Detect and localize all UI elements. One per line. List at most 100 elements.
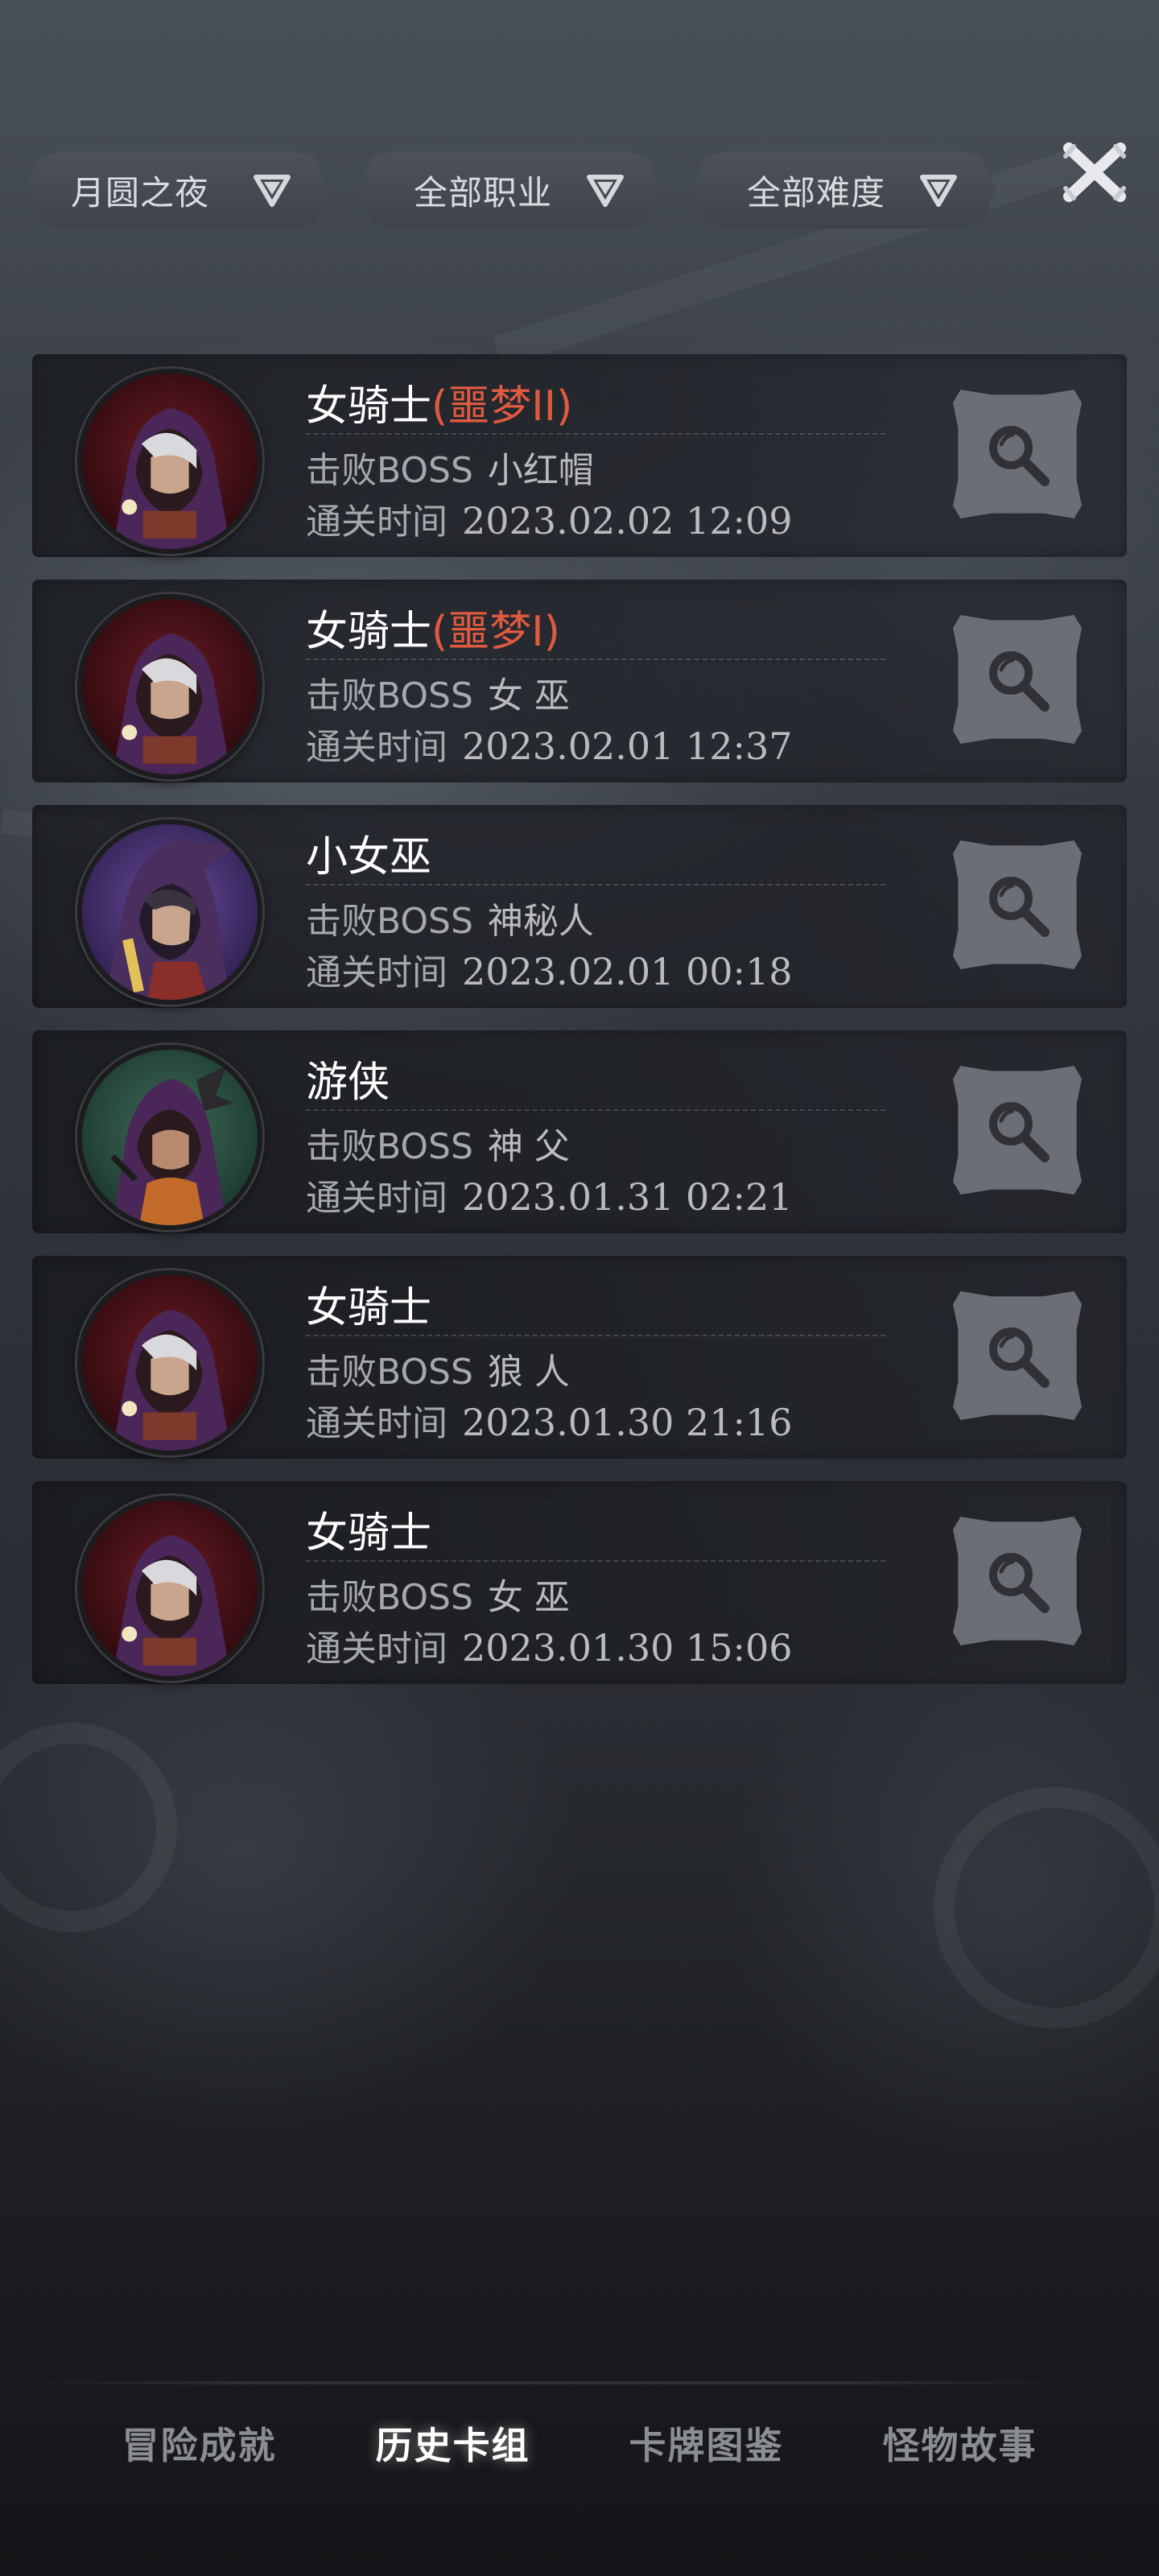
difficulty-tag: (噩梦II) [431, 382, 573, 431]
difficulty-tag: (噩梦I) [431, 608, 560, 656]
hero-name: 游侠 [306, 1048, 390, 1108]
boss-label: 击败BOSS [306, 1577, 473, 1618]
clear-time-label: 通关时间 [306, 727, 448, 768]
background-wheel [0, 1723, 177, 1932]
divider [306, 884, 885, 886]
chevron-down-icon [587, 175, 624, 207]
view-deck-button[interactable] [953, 1291, 1082, 1420]
boss-line: 击败BOSS 女 巫 [306, 667, 570, 718]
clear-time-line: 通关时间 2023.02.01 12:37 [306, 718, 793, 770]
hero-name: 女骑士 [306, 1274, 431, 1334]
clear-time-line: 通关时间 2023.02.02 12:09 [306, 493, 793, 544]
hero-avatar [77, 1496, 262, 1681]
chevron-down-icon [920, 175, 957, 207]
clear-time-line: 通关时间 2023.01.31 02:21 [306, 1169, 793, 1220]
clear-time-value: 2023.01.30 15:06 [462, 1626, 793, 1670]
boss-label: 击败BOSS [306, 1352, 473, 1393]
view-deck-button[interactable] [953, 840, 1082, 969]
view-deck-button[interactable] [953, 390, 1082, 518]
search-icon [989, 877, 1050, 937]
tab-achievements[interactable]: 冒险成就 [72, 2407, 326, 2479]
ranger-portrait [110, 1064, 235, 1225]
clear-time-line: 通关时间 2023.02.01 00:18 [306, 943, 793, 995]
bottom-tab-bar: 冒险成就 历史卡组 卡牌图鉴 怪物故事 [72, 2407, 1087, 2479]
divider [306, 433, 885, 435]
hero-avatar [77, 1270, 262, 1455]
boss-line: 击败BOSS 小红帽 [306, 441, 594, 493]
hero-name-text: 游侠 [306, 1059, 390, 1107]
boss-label: 击败BOSS [306, 450, 473, 491]
clear-time-label: 通关时间 [306, 1629, 448, 1670]
filter-bar: 月圆之夜 全部职业 全部难度 [24, 147, 1006, 235]
search-icon [989, 1102, 1050, 1162]
divider [306, 1109, 885, 1111]
hero-avatar [77, 1045, 262, 1230]
hero-name: 小女巫 [306, 823, 431, 883]
search-icon [989, 1553, 1050, 1613]
filter-mode-label: 月圆之夜 [71, 172, 210, 213]
search-icon [989, 1327, 1050, 1388]
search-icon [989, 651, 1050, 712]
boss-line: 击败BOSS 狼 人 [306, 1343, 570, 1394]
record-row: 小女巫 击败BOSS 神秘人 通关时间 2023.02.01 00:18 [32, 805, 1127, 1008]
knight-portrait [112, 633, 231, 774]
tab-monster-stories[interactable]: 怪物故事 [833, 2407, 1087, 2479]
boss-label: 击败BOSS [306, 1126, 473, 1167]
filter-difficulty-dropdown[interactable]: 全部难度 [691, 151, 996, 229]
tab-history-decks[interactable]: 历史卡组 [326, 2407, 580, 2479]
hero-name: 女骑士 [306, 1499, 431, 1559]
clear-time-value: 2023.02.01 00:18 [462, 950, 793, 993]
clear-time-line: 通关时间 2023.01.30 15:06 [306, 1620, 793, 1671]
knight-portrait [112, 1534, 231, 1676]
divider [306, 1560, 885, 1562]
record-row: 女骑士 击败BOSS 狼 人 通关时间 2023.01.30 21:16 [32, 1256, 1127, 1459]
record-row: 游侠 击败BOSS 神 父 通关时间 2023.01.31 02:21 [32, 1030, 1127, 1233]
chevron-down-icon [254, 175, 291, 207]
clear-time-value: 2023.02.02 12:09 [462, 499, 793, 543]
clear-time-value: 2023.02.01 12:37 [462, 724, 793, 768]
clear-time-label: 通关时间 [306, 502, 448, 543]
tab-bar-divider [32, 2381, 1062, 2384]
hero-name-text: 女骑士 [306, 1509, 432, 1558]
clear-time-line: 通关时间 2023.01.30 21:16 [306, 1394, 793, 1446]
hero-name-text: 女骑士 [306, 1284, 432, 1332]
boss-line: 击败BOSS 神秘人 [306, 892, 594, 943]
witch-portrait [105, 839, 235, 1000]
view-deck-button[interactable] [953, 615, 1082, 744]
record-row: 女骑士(噩梦II) 击败BOSS 小红帽 通关时间 2023.02.02 12:09 [32, 354, 1127, 557]
boss-name: 女 巫 [487, 1577, 570, 1618]
boss-name: 神秘人 [487, 901, 594, 942]
view-deck-button[interactable] [953, 1066, 1082, 1195]
hero-name: 女骑士(噩梦II) [306, 372, 572, 432]
filter-difficulty-label: 全部难度 [747, 172, 886, 213]
clear-time-label: 通关时间 [306, 1178, 448, 1219]
hero-name: 女骑士(噩梦I) [306, 597, 560, 658]
hero-name-text: 女骑士 [306, 382, 432, 431]
clear-time-value: 2023.01.30 21:16 [462, 1401, 793, 1444]
close-icon[interactable] [1061, 138, 1128, 206]
knight-portrait [112, 407, 231, 549]
boss-name: 神 父 [487, 1126, 570, 1167]
divider [306, 658, 885, 660]
boss-name: 女 巫 [487, 675, 570, 716]
clear-time-value: 2023.01.31 02:21 [462, 1175, 793, 1219]
divider [306, 1335, 885, 1336]
hero-avatar [77, 819, 262, 1005]
boss-label: 击败BOSS [306, 901, 473, 942]
boss-line: 击败BOSS 女 巫 [306, 1568, 570, 1620]
knight-portrait [112, 1309, 231, 1451]
filter-mode-dropdown[interactable]: 月圆之夜 [24, 151, 330, 229]
search-icon [989, 426, 1050, 486]
boss-line: 击败BOSS 神 父 [306, 1117, 570, 1169]
record-row: 女骑士(噩梦I) 击败BOSS 女 巫 通关时间 2023.02.01 12:37 [32, 580, 1127, 782]
boss-name: 狼 人 [487, 1352, 570, 1393]
boss-label: 击败BOSS [306, 675, 473, 716]
clear-time-label: 通关时间 [306, 952, 448, 993]
hero-name-text: 女骑士 [306, 608, 432, 656]
view-deck-button[interactable] [953, 1517, 1082, 1645]
tab-card-codex[interactable]: 卡牌图鉴 [580, 2407, 833, 2479]
clear-time-label: 通关时间 [306, 1403, 448, 1444]
filter-class-dropdown[interactable]: 全部职业 [357, 151, 663, 229]
background-wheel [934, 1787, 1159, 2029]
record-row: 女骑士 击败BOSS 女 巫 通关时间 2023.01.30 15:06 [32, 1481, 1127, 1684]
